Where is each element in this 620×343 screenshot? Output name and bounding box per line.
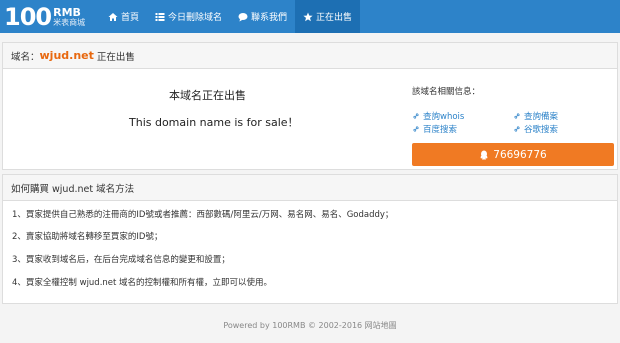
link-icon (514, 126, 520, 132)
domain-sale-header: 域名： wjud.net 正在出售 (3, 43, 617, 69)
domain-info-title: 該域名相關信息： (412, 87, 481, 97)
link-icon (413, 113, 419, 119)
list-icon (155, 12, 165, 22)
baidu-search-link-label: 百度搜索 (423, 125, 458, 135)
nav-home[interactable]: 首頁 (100, 0, 147, 33)
star-icon (303, 12, 313, 22)
domain-sale-panel: 域名： wjud.net 正在出售 本域名正在出售 This domain na… (2, 42, 618, 170)
qq-icon (480, 150, 488, 159)
nav-for-sale[interactable]: 正在出售 (295, 0, 361, 33)
home-icon (108, 12, 118, 22)
domain-header-suffix: 正在出售 (96, 51, 135, 63)
nav-deleted-domains[interactable]: 今日刪除域名 (147, 0, 230, 33)
nav-contact[interactable]: 聯系我們 (230, 0, 295, 33)
footer: Powered by 100RMB © 2002-2016 网站地圖 (223, 321, 397, 330)
top-navbar: 100 RMB 米表商城 首頁 今日刪除域名 聯系我們 正在出售 (0, 0, 620, 33)
nav-for-sale-label: 正在出售 (316, 13, 353, 23)
purchase-method-panel: 如何購買 wjud.net 域名方法 1、買家提供自己熟悉的注冊商的ID號或者推… (2, 174, 618, 304)
link-icon (514, 113, 520, 119)
google-search-link[interactable]: 谷歌搜索 (513, 123, 558, 135)
whois-link[interactable]: 查詢whois (412, 110, 464, 122)
sale-title-en: This domain name is for sale！ (129, 116, 299, 129)
baidu-search-link[interactable]: 百度搜索 (412, 123, 457, 135)
domain-name: wjud.net (39, 49, 94, 62)
logo-subtitle: 米表商城 (53, 17, 86, 27)
logo-text-group: RMB 米表商城 (53, 7, 85, 27)
sale-title-zh: 本域名正在出售 (169, 89, 246, 102)
qq-contact-button[interactable]: 76696776 (412, 143, 614, 166)
site-logo[interactable]: 100 RMB 米表商城 (4, 3, 85, 30)
main-nav: 首頁 今日刪除域名 聯系我們 正在出售 (100, 0, 361, 33)
logo-number: 100 (4, 2, 52, 31)
whois-link-label: 查詢whois (423, 112, 465, 122)
link-icon (413, 126, 419, 132)
icp-record-link-label: 查詢備案 (524, 112, 559, 122)
chat-icon (238, 12, 248, 22)
purchase-method-header: 如何購買 wjud.net 域名方法 (3, 175, 617, 201)
nav-deleted-domains-label: 今日刪除域名 (168, 13, 223, 23)
nav-contact-label: 聯系我們 (251, 13, 288, 23)
purchase-method-title: 如何購買 wjud.net 域名方法 (11, 183, 135, 195)
google-search-link-label: 谷歌搜索 (524, 125, 559, 135)
purchase-step-1: 1、買家提供自己熟悉的注冊商的ID號或者推薦：西部數碼/阿里云/万网、易名网、易… (12, 210, 394, 220)
domain-header-prefix: 域名： (11, 51, 40, 63)
nav-home-label: 首頁 (121, 13, 140, 23)
purchase-step-3: 3、買家收到域名后，在后台完成域名信息的變更和設置； (12, 255, 230, 265)
purchase-step-4: 4、買家全權控制 wjud.net 域名的控制權和所有權，立即可以使用。 (12, 278, 273, 288)
logo-rmb: RMB (53, 5, 81, 19)
qq-number: 76696776 (493, 148, 547, 161)
purchase-step-2: 2、賣家協助將域名轉移至買家的ID號； (12, 232, 163, 242)
icp-record-link[interactable]: 查詢備案 (513, 110, 558, 122)
